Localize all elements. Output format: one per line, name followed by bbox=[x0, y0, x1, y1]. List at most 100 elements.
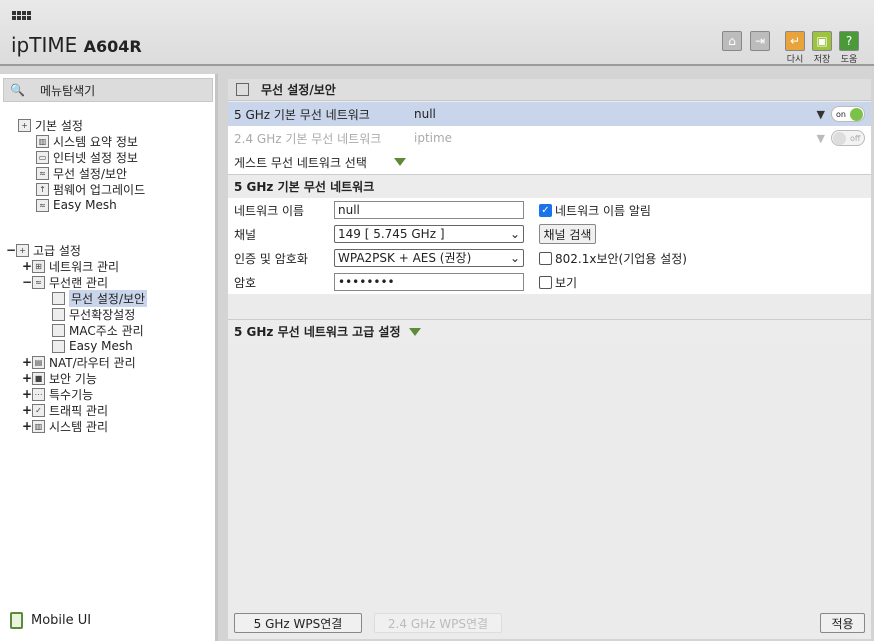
page-title-bar: 무선 설정/보안 bbox=[228, 79, 871, 101]
network-icon: ⊞ bbox=[32, 259, 45, 273]
expand-triangle-icon[interactable] bbox=[394, 158, 406, 166]
sidebar-item-firmware[interactable]: ↑ 펌웨어 업그레이드 bbox=[36, 181, 145, 197]
help-button[interactable]: ? bbox=[839, 31, 859, 51]
channel-select[interactable]: 149 [ 5.745 GHz ] ⌄ bbox=[334, 225, 524, 243]
network-row-24ghz[interactable]: 2.4 GHz 기본 무선 네트워크 iptime ▼ off bbox=[228, 126, 871, 150]
chevron-down-icon: ⌄ bbox=[509, 251, 520, 265]
folder-icon: + bbox=[16, 243, 29, 257]
advanced-settings-title: 5 GHz 무선 네트워크 고급 설정 bbox=[234, 325, 401, 339]
model-name: A604R bbox=[83, 37, 142, 56]
advanced-settings-header[interactable]: 5 GHz 무선 네트워크 고급 설정 bbox=[228, 319, 871, 343]
network-row-5ghz[interactable]: 5 GHz 기본 무선 네트워크 null ▼ on bbox=[228, 102, 871, 126]
folder-icon: + bbox=[18, 118, 31, 132]
network-toggle-24ghz[interactable]: off bbox=[831, 130, 865, 146]
checkbox-icon bbox=[539, 276, 552, 289]
show-password-checkbox[interactable]: 보기 bbox=[539, 274, 577, 291]
apply-button[interactable]: 적용 bbox=[820, 613, 865, 633]
sidebar-item-special[interactable]: + ⋯ 특수기능 bbox=[22, 386, 93, 402]
sidebar-item-wireless-security[interactable]: 무선 설정/보안 bbox=[52, 289, 148, 307]
sidebar-item-wireless[interactable]: − ≈ 무선랜 관리 bbox=[22, 274, 108, 290]
page-icon bbox=[52, 339, 65, 353]
filter-lock-icon[interactable]: ▼ bbox=[817, 108, 825, 121]
toggle-state: on bbox=[836, 109, 846, 119]
channel-value: 149 [ 5.745 GHz ] bbox=[338, 227, 445, 241]
reload-button[interactable]: ↵ bbox=[785, 31, 805, 51]
wifi-icon: ≈ bbox=[36, 166, 49, 180]
logout-icon: ⇥ bbox=[754, 34, 766, 48]
menu-explorer-header: 🔍 메뉴탐색기 bbox=[3, 78, 213, 102]
sidebar-item-system[interactable]: + ▥ 시스템 관리 bbox=[22, 418, 108, 434]
enterprise-checkbox[interactable]: 802.1x보안(기업용 설정) bbox=[539, 250, 687, 267]
sidebar-item-easy-mesh-adv[interactable]: Easy Mesh bbox=[52, 338, 133, 354]
save-button[interactable]: ▣ bbox=[812, 31, 832, 51]
sidebar-item-wireless-basic[interactable]: ≈ 무선 설정/보안 bbox=[36, 165, 127, 181]
filter-icon[interactable]: ▼ bbox=[817, 132, 825, 145]
sidebar-item-system-summary[interactable]: ▥ 시스템 요약 정보 bbox=[36, 133, 138, 149]
channel-label: 채널 bbox=[234, 228, 257, 242]
tree-label: 무선 설정/보안 bbox=[53, 166, 128, 181]
mobile-ui-label: Mobile UI bbox=[31, 613, 92, 628]
main-panel: 무선 설정/보안 5 GHz 기본 무선 네트워크 null ▼ on 2.4 … bbox=[228, 79, 871, 639]
sidebar-item-wireless-extend[interactable]: 무선확장설정 bbox=[52, 306, 135, 322]
auth-value: WPA2PSK + AES (권장) bbox=[338, 251, 472, 265]
mesh-icon: ≈ bbox=[36, 198, 49, 212]
guest-network-label: 게스트 무선 네트워크 선택 bbox=[234, 155, 367, 170]
header-bar: ipTIME A604R ⌂ ⇥ ↵ 다시 ▣ 저장 ? 도움 bbox=[0, 0, 874, 66]
expand-icon: + bbox=[22, 371, 33, 385]
section-header-5ghz: 5 GHz 기본 무선 네트워크 bbox=[228, 174, 871, 198]
tree-label: NAT/라우터 관리 bbox=[49, 355, 136, 370]
wifi-icon: ≈ bbox=[32, 275, 45, 289]
network-ssid: null bbox=[414, 107, 436, 121]
guest-network-select[interactable]: 게스트 무선 네트워크 선택 bbox=[228, 150, 871, 174]
show-password-label: 보기 bbox=[555, 276, 578, 290]
form-row-channel: 채널 149 [ 5.745 GHz ] ⌄ 채널 검색 bbox=[228, 222, 871, 246]
brand-logo: ipTIME A604R bbox=[11, 33, 142, 57]
sidebar-item-network[interactable]: + ⊞ 네트워크 관리 bbox=[22, 258, 119, 274]
sidebar-item-mac-filter[interactable]: MAC주소 관리 bbox=[52, 322, 144, 338]
sidebar-item-nat[interactable]: + ▤ NAT/라우터 관리 bbox=[22, 354, 136, 370]
tree-label: 무선확장설정 bbox=[69, 307, 136, 322]
expand-triangle-icon[interactable] bbox=[408, 327, 421, 336]
chart-icon: ▥ bbox=[36, 134, 49, 148]
channel-search-button[interactable]: 채널 검색 bbox=[539, 224, 596, 244]
page-icon bbox=[52, 323, 65, 337]
home-button[interactable]: ⌂ bbox=[722, 31, 742, 51]
sidebar-item-easy-mesh[interactable]: ≈ Easy Mesh bbox=[36, 197, 117, 213]
wireless-form: 네트워크 이름 null ✓ 네트워크 이름 알림 채널 149 [ 5.745… bbox=[228, 198, 871, 294]
brand-name: ipTIME bbox=[11, 33, 78, 57]
password-input[interactable]: •••••••• bbox=[334, 273, 524, 291]
mobile-ui-link[interactable]: Mobile UI bbox=[10, 612, 91, 629]
chart-icon: ▥ bbox=[32, 419, 45, 433]
tree-label: 특수기능 bbox=[49, 387, 94, 402]
wps-24ghz-button[interactable]: 2.4 GHz WPS연결 bbox=[374, 613, 502, 633]
router-icon: ▤ bbox=[32, 355, 45, 369]
sidebar-item-security[interactable]: + ■ 보안 기능 bbox=[22, 370, 97, 386]
auth-select[interactable]: WPA2PSK + AES (권장) ⌄ bbox=[334, 249, 524, 267]
logout-button[interactable]: ⇥ bbox=[750, 31, 770, 51]
save-icon: ▣ bbox=[816, 34, 828, 48]
tree-label: 네트워크 관리 bbox=[49, 259, 120, 274]
broadcast-checkbox[interactable]: ✓ 네트워크 이름 알림 bbox=[539, 202, 651, 219]
menu-explorer-title: 메뉴탐색기 bbox=[40, 83, 96, 98]
tree-basic-settings[interactable]: + 기본 설정 bbox=[18, 117, 83, 133]
collapse-icon: − bbox=[6, 243, 17, 257]
sidebar-item-internet-settings[interactable]: ▭ 인터넷 설정 정보 bbox=[36, 149, 138, 165]
network-band: 2.4 GHz 기본 무선 네트워크 bbox=[234, 131, 382, 146]
tree-label: Easy Mesh bbox=[69, 339, 133, 353]
tree-label: 무선 설정/보안 bbox=[69, 289, 148, 307]
help-icon: ? bbox=[845, 34, 853, 48]
home-icon: ⌂ bbox=[728, 34, 736, 48]
page-icon bbox=[52, 307, 65, 321]
network-name-input[interactable]: null bbox=[334, 201, 524, 219]
network-toggle-5ghz[interactable]: on bbox=[831, 106, 865, 122]
tree-label: 펌웨어 업그레이드 bbox=[53, 182, 146, 197]
checkbox-icon bbox=[539, 252, 552, 265]
lock-icon: ■ bbox=[32, 371, 45, 385]
tree-advanced-settings[interactable]: − + 고급 설정 bbox=[6, 242, 81, 258]
password-label: 암호 bbox=[234, 276, 257, 290]
search-icon: 🔍 bbox=[10, 83, 25, 97]
sidebar-item-traffic[interactable]: + ✓ 트래픽 관리 bbox=[22, 402, 108, 418]
wps-5ghz-button[interactable]: 5 GHz WPS연결 bbox=[234, 613, 362, 633]
network-name-label: 네트워크 이름 bbox=[234, 204, 305, 218]
reload-icon: ↵ bbox=[789, 34, 801, 48]
